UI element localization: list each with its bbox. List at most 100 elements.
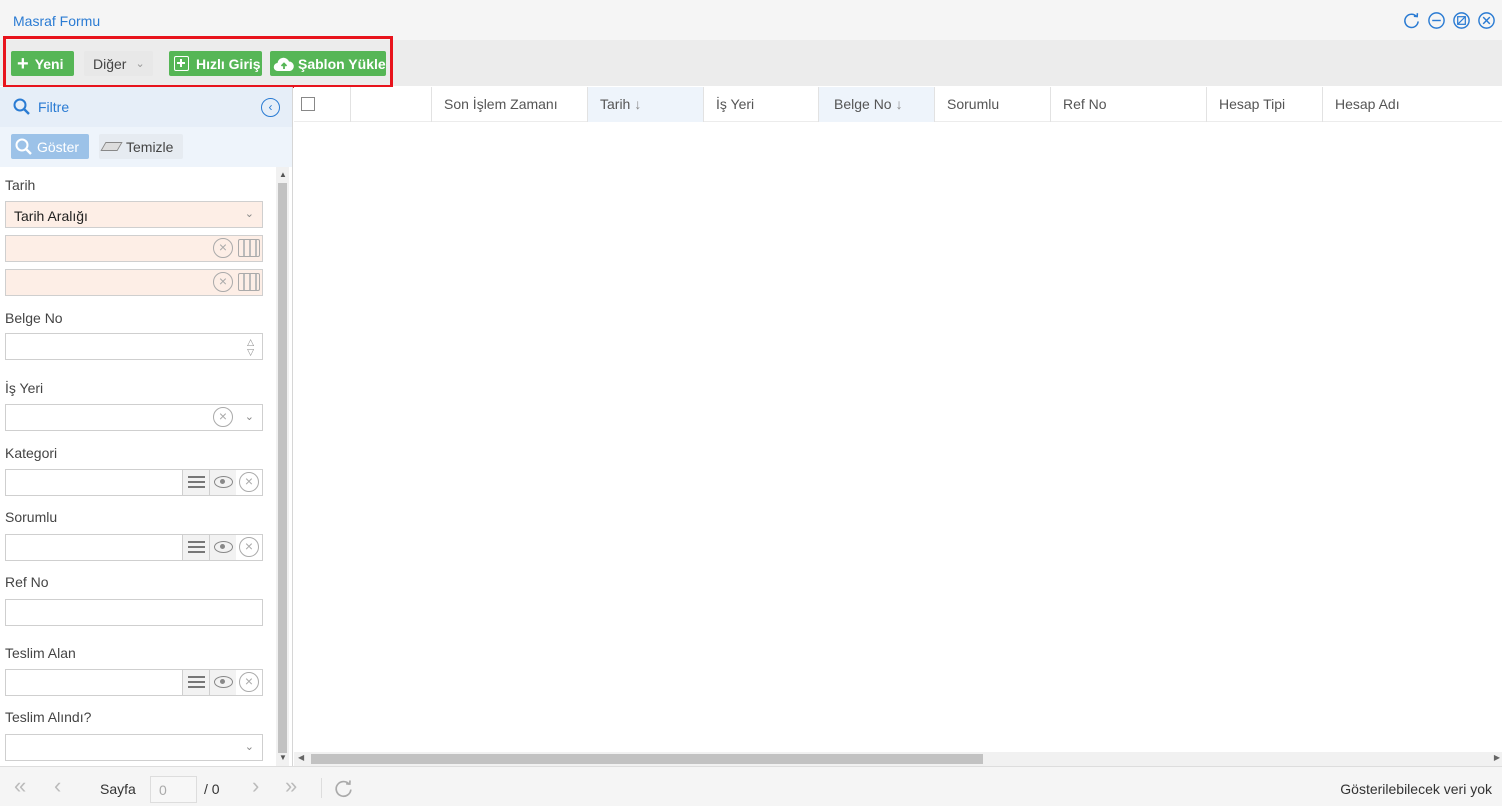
plus-icon: + — [17, 52, 29, 75]
grid-header: Son İşlem Zamanı Tarih ↓ İş Yeri Belge No… — [294, 87, 1502, 122]
column-header-account-type[interactable]: Hesap Tipi — [1206, 87, 1322, 122]
window-title: Masraf Formu — [13, 13, 101, 29]
scroll-down-icon[interactable]: ▼ — [279, 753, 287, 762]
show-button-label: Göster — [37, 138, 80, 155]
sort-desc-icon: ↓ — [634, 96, 642, 112]
clear-icon[interactable]: × — [239, 537, 259, 557]
column-header-ref-no[interactable]: Ref No — [1050, 87, 1206, 122]
numbered-list-icon — [188, 541, 205, 553]
template-upload-button[interactable]: Şablon Yükle — [270, 51, 386, 76]
column-label: Son İşlem Zamanı — [444, 96, 558, 112]
clear-button[interactable]: Temizle — [99, 134, 183, 159]
other-dropdown[interactable]: Diğer ⌄ — [84, 51, 153, 76]
template-upload-label: Şablon Yükle — [298, 55, 386, 72]
filter-scrollbar[interactable]: ▲ ▼ — [276, 167, 289, 766]
date-start-input[interactable]: × — [5, 235, 263, 262]
list-button[interactable] — [182, 535, 209, 560]
minimize-icon[interactable] — [1427, 11, 1446, 30]
calendar-icon[interactable] — [238, 239, 260, 257]
previous-page-icon[interactable]: ‹ — [54, 775, 61, 797]
column-header-account-name[interactable]: Hesap Adı — [1322, 87, 1502, 122]
calendar-icon[interactable] — [238, 273, 260, 291]
total-pages: / 0 — [204, 781, 220, 797]
clear-icon[interactable]: × — [239, 472, 259, 492]
last-page-icon[interactable]: » — [285, 775, 297, 797]
column-label: Ref No — [1063, 96, 1107, 112]
refresh-icon[interactable] — [333, 778, 354, 799]
date-label: Tarih — [5, 177, 36, 193]
quick-entry-label: Hızlı Giriş — [196, 55, 261, 72]
category-input[interactable]: × — [5, 469, 263, 496]
close-icon[interactable] — [1477, 11, 1496, 30]
grid-body — [294, 122, 1502, 750]
new-button-label: Yeni — [34, 55, 64, 72]
received-select[interactable]: ⌄ — [5, 734, 263, 761]
clear-button-label: Temizle — [126, 138, 174, 155]
collapse-panel-icon[interactable]: ‹ — [261, 98, 280, 117]
filter-header: Filtre ‹ — [0, 87, 292, 127]
eraser-icon — [100, 142, 123, 151]
scrollbar-thumb[interactable] — [278, 183, 287, 753]
column-header-responsible[interactable]: Sorumlu — [934, 87, 1050, 122]
eye-icon — [214, 476, 233, 488]
scroll-left-icon[interactable]: ◀ — [298, 753, 304, 762]
scrollbar-thumb[interactable] — [311, 754, 983, 764]
scroll-right-icon[interactable]: ▶ — [1494, 753, 1500, 762]
filter-panel: Filtre ‹ Göster Temizle Tarih Tarih Aral… — [0, 87, 293, 766]
received-label: Teslim Alındı? — [5, 709, 92, 725]
column-header-date[interactable]: Tarih ↓ — [587, 87, 703, 122]
column-label: Hesap Tipi — [1219, 96, 1286, 112]
filter-fields: Tarih Tarih Aralığı ⌄ × × Belge No △ ▽ İş… — [0, 167, 292, 766]
eye-icon — [214, 676, 233, 688]
chevron-down-icon: ⌄ — [244, 741, 254, 753]
page-label: Sayfa — [100, 781, 136, 797]
show-button[interactable]: Göster — [11, 134, 89, 159]
numbered-list-icon — [188, 676, 205, 688]
quick-entry-button[interactable]: Hızlı Giriş — [169, 51, 262, 76]
list-button[interactable] — [182, 470, 209, 495]
document-no-label: Belge No — [5, 310, 63, 326]
date-end-input[interactable]: × — [5, 269, 263, 296]
clear-icon[interactable]: × — [239, 672, 259, 692]
receiver-input[interactable]: × — [5, 669, 263, 696]
column-header-last-action-time[interactable]: Son İşlem Zamanı — [431, 87, 587, 122]
clear-icon[interactable]: × — [213, 407, 233, 427]
date-range-select[interactable]: Tarih Aralığı ⌄ — [5, 201, 263, 228]
workplace-label: İş Yeri — [5, 380, 44, 396]
category-label: Kategori — [5, 445, 58, 461]
column-label: Belge No — [834, 96, 892, 112]
refresh-icon[interactable] — [1402, 11, 1421, 30]
list-button[interactable] — [182, 670, 209, 695]
sort-desc-icon: ↓ — [895, 96, 903, 112]
view-button[interactable] — [209, 670, 236, 695]
clear-icon[interactable]: × — [213, 238, 233, 258]
responsible-input[interactable]: × — [5, 534, 263, 561]
first-page-icon[interactable]: « — [14, 775, 26, 797]
spinner-icon[interactable]: △ ▽ — [247, 337, 254, 357]
ref-no-label: Ref No — [5, 574, 49, 590]
other-dropdown-label: Diğer — [93, 55, 127, 72]
page-number-input[interactable] — [150, 776, 197, 803]
column-label: İş Yeri — [716, 96, 755, 112]
document-no-input[interactable]: △ ▽ — [5, 333, 263, 360]
maximize-icon[interactable] — [1452, 11, 1471, 30]
workplace-select[interactable]: × ⌄ — [5, 404, 263, 431]
grid-horizontal-scrollbar[interactable]: ◀ ▶ — [294, 752, 1502, 766]
column-header-workplace[interactable]: İş Yeri — [703, 87, 818, 122]
new-button[interactable]: + Yeni — [11, 51, 74, 76]
scroll-up-icon[interactable]: ▲ — [279, 170, 287, 179]
view-button[interactable] — [209, 470, 236, 495]
select-all-checkbox[interactable] — [301, 97, 315, 111]
view-button[interactable] — [209, 535, 236, 560]
filter-title: Filtre — [38, 99, 70, 115]
column-header-blank[interactable] — [350, 87, 431, 122]
pager: « ‹ Sayfa / 0 › » Gösterilebilecek veri … — [0, 766, 1502, 806]
ref-no-input[interactable] — [5, 599, 263, 626]
column-label: Hesap Adı — [1335, 96, 1400, 112]
column-label: Sorumlu — [947, 96, 1000, 112]
clear-icon[interactable]: × — [213, 272, 233, 292]
next-page-icon[interactable]: › — [252, 775, 259, 797]
column-header-document-no[interactable]: Belge No ↓ — [818, 87, 934, 122]
eye-icon — [214, 541, 233, 553]
date-range-value: Tarih Aralığı — [14, 208, 88, 224]
